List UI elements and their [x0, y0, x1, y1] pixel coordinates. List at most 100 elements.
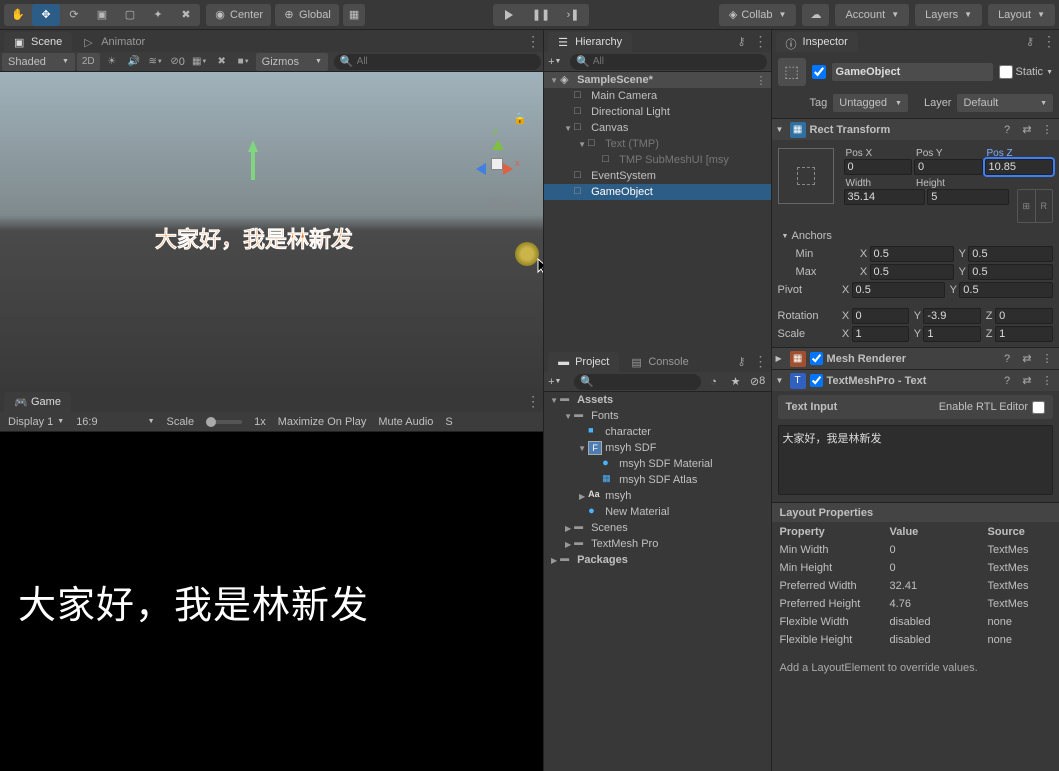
tools-icon[interactable]: ✖	[212, 53, 232, 71]
expand-icon[interactable]: ▶	[562, 524, 574, 533]
max-y-input[interactable]: 0.5	[968, 264, 1053, 280]
preset-icon[interactable]: ⇄	[1019, 352, 1035, 365]
fold-icon[interactable]: ▶	[776, 354, 786, 363]
assets-root[interactable]: ▼ Assets	[544, 392, 770, 408]
pivot-y-input[interactable]: 0.5	[959, 282, 1053, 298]
scene-viewport[interactable]: 大家好，我是林新发 🔒 x y ◁Persp	[0, 72, 543, 390]
pivot-global-toggle[interactable]: ⊕Global	[275, 4, 339, 26]
hierarchy-item[interactable]: GameObject	[544, 184, 770, 200]
layer-dropdown[interactable]: Default▼	[957, 94, 1053, 112]
snap-toggle[interactable]: ▦	[343, 4, 365, 26]
game-panel-menu[interactable]: ⋮	[526, 393, 539, 410]
rect-tool[interactable]: ▢	[116, 4, 144, 26]
scene-menu[interactable]: ⋮	[756, 74, 767, 87]
orientation-gizmo[interactable]: x y	[465, 132, 529, 196]
expand-icon[interactable]: ▼	[576, 444, 588, 453]
component-menu[interactable]: ⋮	[1039, 123, 1055, 136]
tab-inspector[interactable]: ⓘInspector	[776, 32, 858, 52]
hierarchy-search-input[interactable]	[593, 56, 761, 67]
hierarchy-panel-menu[interactable]: ⋮	[754, 33, 767, 50]
display-dropdown[interactable]: Display 1▼	[4, 416, 68, 428]
project-item[interactable]: ▼Fonts	[544, 408, 770, 424]
filter-favorite[interactable]: ★	[727, 375, 745, 388]
custom-tool[interactable]: ✖	[172, 4, 200, 26]
fx-toggle[interactable]: ≋▼	[146, 53, 166, 71]
hidden-objects[interactable]: ⊘0	[168, 53, 188, 71]
project-search[interactable]: 🔍	[574, 374, 700, 390]
tab-hierarchy[interactable]: ☰Hierarchy	[548, 32, 632, 52]
component-menu[interactable]: ⋮	[1039, 352, 1055, 365]
gizmos-dropdown[interactable]: Gizmos▼	[256, 53, 328, 71]
scene-search[interactable]: 🔍	[334, 54, 541, 70]
hierarchy-item[interactable]: EventSystem	[544, 168, 770, 184]
expand-icon[interactable]: ▼	[562, 412, 574, 421]
tab-scene[interactable]: ▣Scene	[4, 32, 72, 52]
help-icon[interactable]: ?	[999, 353, 1015, 365]
height-input[interactable]: 5	[927, 189, 1009, 205]
hidden-toggle[interactable]: ⊘8	[749, 375, 767, 388]
scene-panel-menu[interactable]: ⋮	[526, 33, 539, 50]
layers-dropdown[interactable]: Layers▼	[915, 4, 982, 26]
anchor-preset-button[interactable]	[778, 148, 834, 204]
transform-tool[interactable]: ✦	[144, 4, 172, 26]
project-panel-menu[interactable]: ⋮	[754, 353, 767, 370]
layout-dropdown[interactable]: Layout▼	[988, 4, 1055, 26]
blueprint-raw-toggle[interactable]: ⊞R	[1017, 189, 1053, 223]
project-item[interactable]: New Material	[544, 504, 770, 520]
step-button[interactable]: ›❚	[557, 4, 589, 26]
create-dropdown[interactable]: +▼	[548, 54, 570, 70]
hierarchy-item[interactable]: ▼Canvas	[544, 120, 770, 136]
active-checkbox[interactable]	[812, 65, 826, 79]
maximize-toggle[interactable]: Maximize On Play	[274, 416, 371, 428]
project-item[interactable]: character	[544, 424, 770, 440]
expand-icon[interactable]: ▼	[548, 76, 560, 85]
tag-dropdown[interactable]: Untagged▼	[833, 94, 908, 112]
width-input[interactable]: 35.14	[844, 189, 926, 205]
expand-icon[interactable]: ▶	[576, 492, 588, 501]
max-x-input[interactable]: 0.5	[870, 264, 955, 280]
mesh-renderer-enable[interactable]	[810, 352, 823, 365]
hand-tool[interactable]: ✋	[4, 4, 32, 26]
stats-toggle[interactable]: S	[441, 416, 456, 428]
hierarchy-item[interactable]: Main Camera	[544, 88, 770, 104]
posz-input[interactable]: 10.85	[985, 159, 1053, 175]
rotate-tool[interactable]: ⟳	[60, 4, 88, 26]
scene-root-row[interactable]: ▼ ◈ SampleScene* ⋮	[544, 72, 770, 88]
project-item[interactable]: ▼msyh SDF	[544, 440, 770, 456]
pivot-center-toggle[interactable]: ◉Center	[206, 4, 271, 26]
2d-toggle[interactable]: 2D	[77, 53, 100, 71]
account-dropdown[interactable]: Account▼	[835, 4, 909, 26]
collab-dropdown[interactable]: ◈Collab▼	[719, 4, 797, 26]
hierarchy-item[interactable]: TMP SubMeshUI [msy	[544, 152, 770, 168]
project-item[interactable]: msyh SDF Atlas	[544, 472, 770, 488]
grid-toggle[interactable]: ▦▼	[190, 53, 210, 71]
project-search-input[interactable]	[597, 376, 695, 387]
scl-y-input[interactable]: 1	[923, 326, 981, 342]
fold-icon[interactable]: ▼	[776, 376, 786, 385]
expand-icon[interactable]: ▶	[548, 556, 560, 565]
tab-animator[interactable]: ▷Animator	[74, 32, 155, 52]
posx-input[interactable]: 0	[844, 159, 912, 175]
tmp-text-input[interactable]	[778, 425, 1053, 495]
audio-toggle[interactable]: 🔊	[124, 53, 144, 71]
rot-y-input[interactable]: -3.9	[923, 308, 981, 324]
min-x-input[interactable]: 0.5	[870, 246, 955, 262]
cloud-button[interactable]: ☁	[802, 4, 829, 26]
scene-search-input[interactable]	[357, 56, 535, 67]
tmp-header[interactable]: ▼ T TextMeshPro - Text ? ⇄ ⋮	[772, 369, 1059, 391]
gameobject-name-input[interactable]	[832, 63, 993, 81]
game-viewport[interactable]: 大家好，我是林新发	[0, 432, 543, 771]
aspect-dropdown[interactable]: 16:9▼	[72, 416, 158, 428]
hierarchy-item[interactable]: ▼Text (TMP)	[544, 136, 770, 152]
project-create-dropdown[interactable]: +▼	[548, 374, 570, 390]
expand-icon[interactable]: ▼	[576, 140, 588, 149]
scl-x-input[interactable]: 1	[852, 326, 910, 342]
project-lock[interactable]: ⚷	[735, 354, 749, 368]
tmp-enable[interactable]	[810, 374, 823, 387]
component-menu[interactable]: ⋮	[1039, 374, 1055, 387]
help-icon[interactable]: ?	[999, 375, 1015, 387]
mesh-renderer-header[interactable]: ▶ ▦ Mesh Renderer ? ⇄ ⋮	[772, 347, 1059, 369]
packages-root[interactable]: ▶ Packages	[544, 552, 770, 568]
project-item[interactable]: ▶TextMesh Pro	[544, 536, 770, 552]
tab-game[interactable]: 🎮Game	[4, 392, 71, 412]
